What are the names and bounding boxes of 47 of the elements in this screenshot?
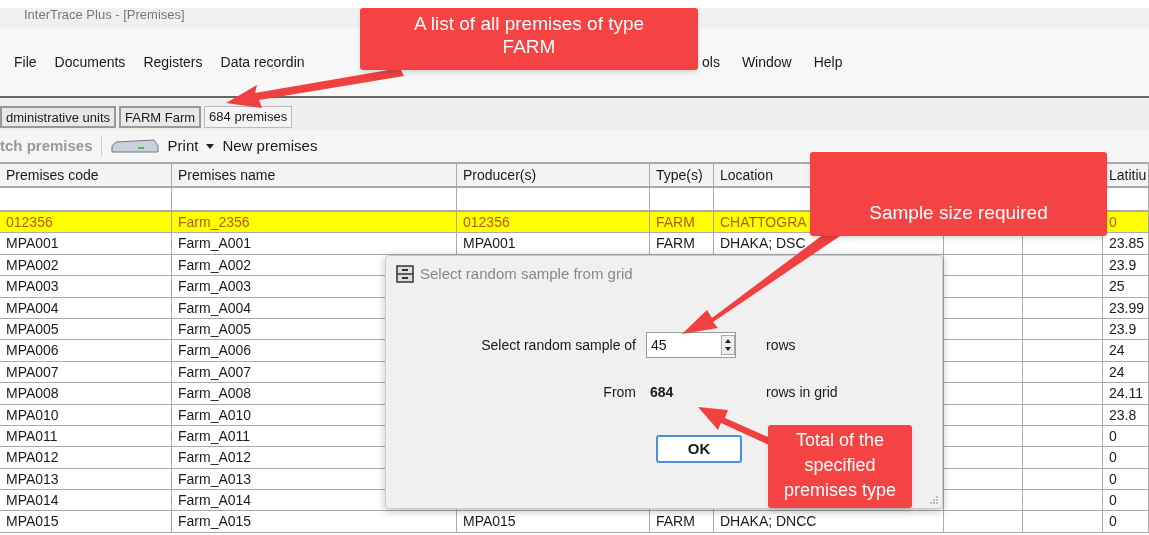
table-cell: MPA007 <box>0 361 172 383</box>
table-cell: FARM <box>650 233 714 254</box>
table-cell: FARM <box>650 511 714 532</box>
table-cell: MPA010 <box>0 404 172 425</box>
table-cell: MPA008 <box>0 383 172 404</box>
table-cell: 24 <box>1103 340 1149 361</box>
table-cell: DHAKA; DNCC <box>714 511 944 532</box>
table-cell: MPA001 <box>457 233 650 254</box>
table-cell: 0 <box>1103 511 1149 532</box>
table-cell: 0 <box>1103 425 1149 447</box>
table-cell: Farm_A015 <box>172 511 457 532</box>
table-cell: MPA004 <box>0 297 172 318</box>
table-cell: MPA006 <box>0 340 172 361</box>
sample-label: Select random sample of <box>480 335 636 355</box>
table-cell: MPA015 <box>0 511 172 532</box>
table-cell: 0 <box>1103 490 1149 511</box>
table-cell: Farm_A001 <box>172 233 457 254</box>
table-cell: MPA001 <box>0 233 172 254</box>
annotation-tooltip: Total of the specified premises type <box>768 425 912 508</box>
table-cell: MPA013 <box>0 468 172 490</box>
from-unit: rows in grid <box>766 383 839 402</box>
table-cell: 23.8 <box>1103 404 1149 425</box>
table-cell: Farm_2356 <box>172 212 457 233</box>
table-cell: MPA012 <box>0 447 172 468</box>
table-cell: 25 <box>1103 276 1149 297</box>
table-cell: MPA005 <box>0 318 172 340</box>
table-cell: 012356 <box>457 212 650 233</box>
sample-unit: rows <box>766 335 797 355</box>
table-cell: 0 <box>1103 447 1149 468</box>
table-cell: MPA015 <box>457 511 650 532</box>
table-cell: MPA003 <box>0 276 172 297</box>
annotation-tooltip: Sample size required <box>810 152 1107 236</box>
table-cell: 012356 <box>0 212 172 233</box>
table-cell: 24 <box>1103 361 1149 383</box>
table-cell: MPA002 <box>0 254 172 276</box>
from-label: From <box>602 383 636 402</box>
table-cell: 23.9 <box>1103 318 1149 340</box>
table-cell: 0 <box>1103 468 1149 490</box>
annotation-tooltip: A list of all premises of type FARM <box>360 8 698 70</box>
window-title: InterTrace Plus - [Premises] <box>24 8 185 22</box>
table-cell: 23.9 <box>1103 254 1149 276</box>
table-cell: 24.11 <box>1103 383 1149 404</box>
table-cell: 23.99 <box>1103 297 1149 318</box>
row-count: 684 <box>649 383 675 402</box>
table-cell: MPA014 <box>0 490 172 511</box>
table-cell: MPA011 <box>0 425 172 447</box>
table-cell: FARM <box>650 212 714 233</box>
